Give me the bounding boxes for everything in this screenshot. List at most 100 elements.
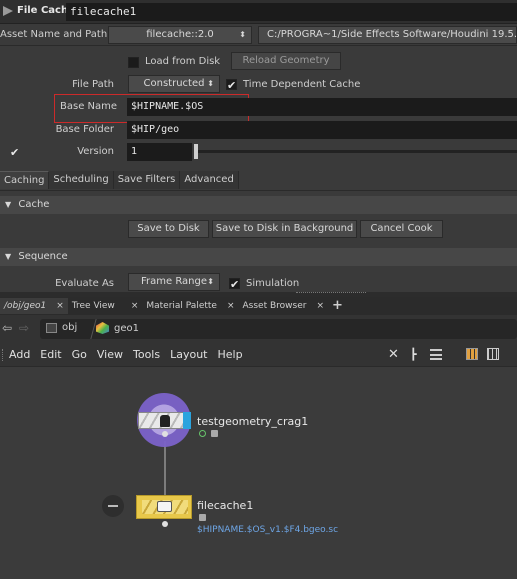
lock-icon bbox=[199, 514, 206, 521]
file-path-value: Constructed bbox=[143, 78, 205, 89]
tab-material-palette-label: Material Palette bbox=[146, 301, 217, 311]
menu-grip-icon bbox=[2, 349, 4, 361]
updown-icon: ⬍ bbox=[207, 277, 214, 286]
parameter-header: File Cache filecache1 bbox=[0, 0, 517, 24]
time-dependent-label: Time Dependent Cache bbox=[243, 79, 361, 90]
version-field[interactable]: 1 bbox=[127, 143, 192, 161]
tab-tree-view[interactable]: Tree View × bbox=[68, 298, 143, 314]
reload-geometry-button[interactable]: Reload Geometry bbox=[231, 52, 341, 70]
panel-grid-icon[interactable] bbox=[487, 348, 499, 360]
filecache-output-dot-icon bbox=[162, 521, 168, 527]
upstream-node-name[interactable]: testgeometry_crag1 bbox=[197, 415, 308, 428]
network-pane-tabs: /obj/geo1 × Tree View × Material Palette… bbox=[0, 297, 517, 315]
file-path-dropdown[interactable]: Constructed ⬍ bbox=[128, 75, 220, 93]
network-editor[interactable]: testgeometry_crag1 filecache1 $HIPNAME.$… bbox=[0, 367, 517, 579]
node-connection-wire bbox=[164, 441, 166, 497]
path-bar: ⇦ ⇨ obj geo1 bbox=[0, 315, 517, 343]
add-tab-icon[interactable]: + bbox=[328, 298, 347, 314]
lock-icon bbox=[211, 430, 218, 437]
cache-section-header[interactable]: ▼ Cache bbox=[0, 196, 517, 214]
breadcrumb-geo1-label: geo1 bbox=[114, 322, 139, 334]
close-icon[interactable]: × bbox=[131, 298, 139, 314]
simulation-checkbox[interactable]: ✔ bbox=[229, 278, 240, 290]
base-folder-label: Base Folder bbox=[55, 124, 114, 135]
asset-label: Asset Name and Path bbox=[0, 29, 108, 40]
simulation-label: Simulation bbox=[246, 278, 300, 289]
tools-icon[interactable]: ✕ bbox=[388, 347, 399, 362]
template-flag-icon bbox=[199, 430, 206, 437]
slider-handle[interactable] bbox=[194, 144, 198, 159]
filecache-node[interactable] bbox=[136, 495, 192, 519]
tab-obj-geo1[interactable]: /obj/geo1 × bbox=[0, 298, 68, 314]
evaluate-as-dropdown[interactable]: Frame Range ⬍ bbox=[128, 273, 220, 291]
close-icon[interactable]: × bbox=[316, 298, 324, 314]
menu-view[interactable]: View bbox=[97, 348, 123, 361]
time-dependent-checkbox[interactable]: ✔ bbox=[226, 79, 237, 92]
asset-definition-dropdown[interactable]: filecache::2.0 ⬍ bbox=[108, 26, 252, 44]
evaluate-as-value: Frame Range bbox=[140, 276, 208, 287]
geometry-object-icon bbox=[96, 322, 109, 334]
menu-edit[interactable]: Edit bbox=[40, 348, 61, 361]
save-to-disk-button[interactable]: Save to Disk bbox=[128, 220, 209, 238]
menu-layout[interactable]: Layout bbox=[170, 348, 207, 361]
asset-path-field[interactable]: C:/PROGRA~1/Side Effects Software/Houdin… bbox=[258, 26, 517, 44]
asset-row: Asset Name and Path filecache::2.0 ⬍ C:/… bbox=[0, 24, 517, 46]
breadcrumb-geo1[interactable]: geo1 bbox=[96, 322, 139, 334]
tab-scheduling[interactable]: Scheduling bbox=[49, 171, 114, 189]
crag-node-icon bbox=[160, 415, 170, 427]
upstream-node[interactable] bbox=[138, 412, 191, 429]
cache-section-title: Cache bbox=[18, 199, 50, 210]
evaluate-as-label: Evaluate As bbox=[55, 278, 114, 289]
updown-icon: ⬍ bbox=[207, 79, 214, 88]
tab-save-filters[interactable]: Save Filters bbox=[113, 171, 181, 189]
cancel-cook-button[interactable]: Cancel Cook bbox=[360, 220, 443, 238]
menu-items: Add Edit Go View Tools Layout Help bbox=[9, 348, 253, 361]
base-name-field[interactable]: $HIPNAME.$OS bbox=[127, 98, 517, 116]
forward-arrow-icon[interactable]: ⇨ bbox=[19, 321, 29, 335]
network-menu-bar: Add Edit Go View Tools Layout Help ✕ ┣ bbox=[0, 343, 517, 367]
parameter-tabs: Caching Scheduling Save Filters Advanced bbox=[0, 171, 517, 191]
updown-icon: ⬍ bbox=[239, 30, 246, 39]
breadcrumb: obj geo1 bbox=[40, 319, 517, 339]
sequence-section-header[interactable]: ▼ Sequence bbox=[0, 248, 517, 266]
menu-go[interactable]: Go bbox=[72, 348, 87, 361]
collapse-triangle-icon: ▼ bbox=[5, 200, 12, 209]
tab-advanced[interactable]: Advanced bbox=[180, 171, 239, 189]
tree-icon[interactable]: ┣ bbox=[410, 348, 417, 361]
tab-obj-geo1-label: /obj/geo1 bbox=[4, 301, 47, 311]
version-toggle-checkmark-icon[interactable]: ✔ bbox=[10, 146, 19, 159]
file-path-label: File Path bbox=[72, 79, 114, 90]
collapse-triangle-icon: ▼ bbox=[5, 252, 12, 261]
back-arrow-icon[interactable]: ⇦ bbox=[2, 321, 12, 335]
tab-asset-browser[interactable]: Asset Browser × bbox=[239, 298, 328, 314]
bypass-button-icon[interactable] bbox=[102, 495, 124, 517]
version-label: Version bbox=[77, 146, 114, 157]
minus-icon bbox=[108, 505, 118, 507]
menu-add[interactable]: Add bbox=[9, 348, 30, 361]
base-folder-field[interactable]: $HIP/geo bbox=[127, 121, 517, 139]
load-from-disk-checkbox[interactable] bbox=[128, 57, 139, 68]
tab-caching[interactable]: Caching bbox=[0, 171, 50, 189]
close-icon[interactable]: × bbox=[56, 298, 64, 314]
base-name-label: Base Name bbox=[60, 101, 118, 112]
filecache-output-path[interactable]: $HIPNAME.$OS_v1.$F4.bgeo.sc bbox=[197, 525, 338, 535]
display-flag-icon[interactable] bbox=[183, 412, 191, 429]
node-type-icon bbox=[3, 6, 13, 16]
tab-material-palette[interactable]: Material Palette × bbox=[142, 298, 238, 314]
filecache-node-name[interactable]: filecache1 bbox=[197, 499, 253, 512]
splitter-grip-icon bbox=[296, 292, 366, 294]
menu-tools[interactable]: Tools bbox=[133, 348, 160, 361]
close-icon[interactable]: × bbox=[227, 298, 235, 314]
asset-definition-value: filecache::2.0 bbox=[146, 29, 214, 40]
sequence-section-title: Sequence bbox=[18, 251, 68, 262]
checkmark-icon: ✔ bbox=[227, 79, 237, 92]
breadcrumb-obj[interactable]: obj bbox=[46, 322, 77, 333]
tab-tree-view-label: Tree View bbox=[71, 301, 115, 311]
version-slider[interactable] bbox=[194, 144, 517, 159]
list-view-icon[interactable] bbox=[430, 349, 442, 360]
node-name-field[interactable]: filecache1 bbox=[66, 3, 517, 21]
save-to-disk-background-button[interactable]: Save to Disk in Background bbox=[212, 220, 357, 238]
tab-asset-browser-label: Asset Browser bbox=[242, 301, 307, 311]
menu-help[interactable]: Help bbox=[218, 348, 243, 361]
palette-grid-icon[interactable] bbox=[466, 348, 478, 360]
